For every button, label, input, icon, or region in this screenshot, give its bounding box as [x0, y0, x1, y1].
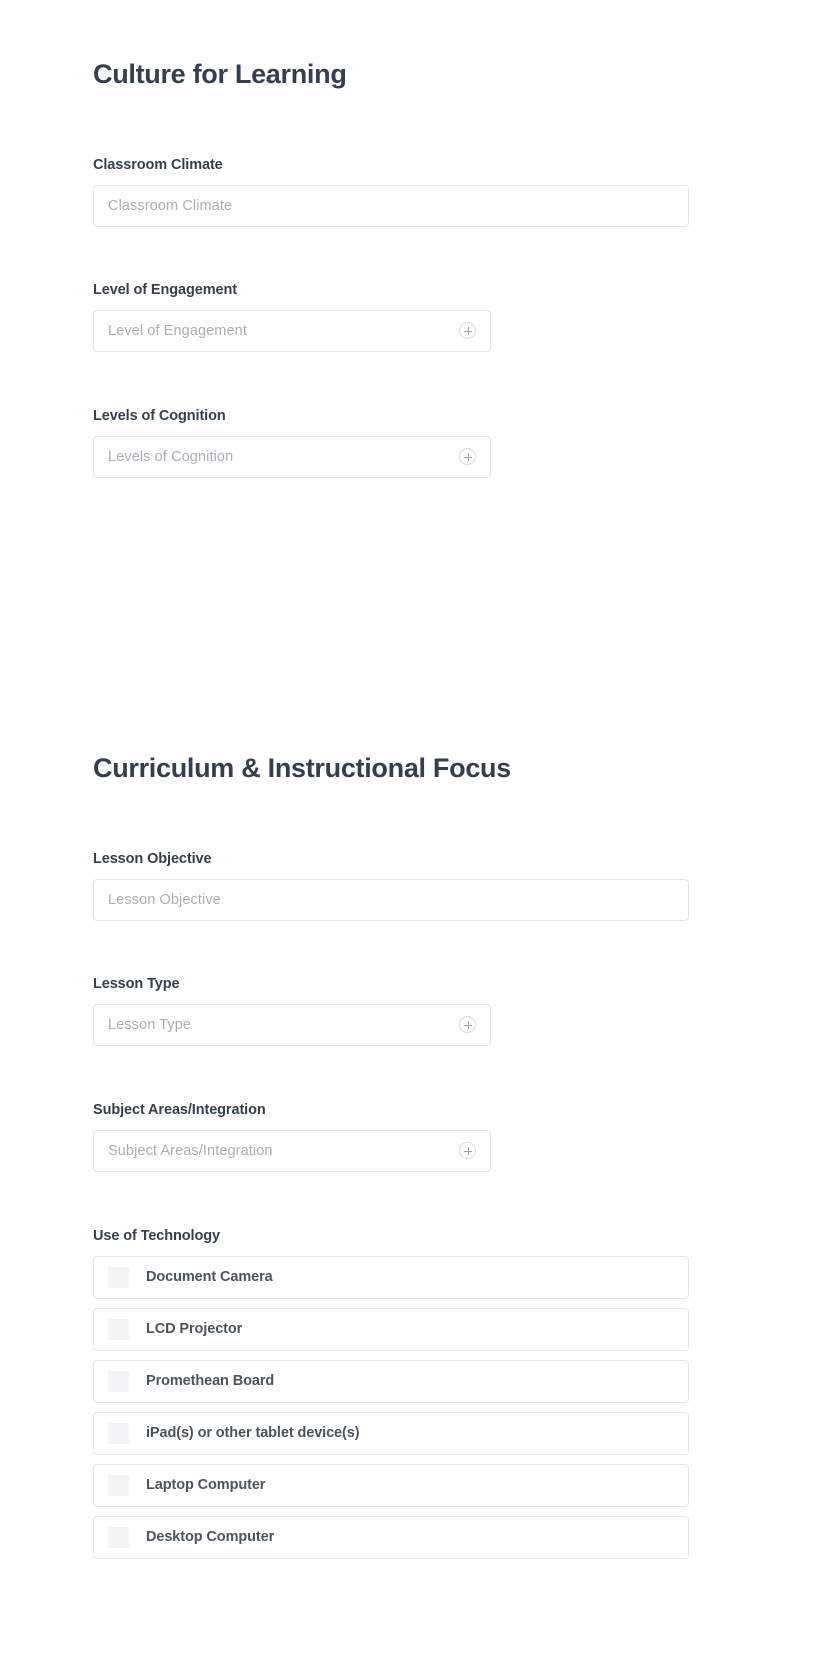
input-placeholder: Lesson Type [108, 1016, 192, 1033]
input-placeholder: Subject Areas/Integration [108, 1142, 273, 1159]
checkbox-row-desktop-computer[interactable]: Desktop Computer [93, 1515, 689, 1559]
section-culture-for-learning: Culture for Learning [93, 61, 840, 88]
plus-circle-icon[interactable] [459, 1142, 476, 1159]
field-label: Lesson Objective [93, 851, 212, 867]
lesson-type-input[interactable]: Lesson Type [93, 1003, 491, 1046]
level-of-engagement-input[interactable]: Level of Engagement [93, 309, 491, 352]
checkbox-icon[interactable] [108, 1318, 129, 1340]
field-lesson-objective: Lesson Objective Lesson Objective [93, 852, 689, 921]
input-placeholder: Levels of Cognition [108, 448, 234, 465]
plus-circle-icon[interactable] [459, 322, 476, 339]
input-placeholder: Lesson Objective [108, 891, 221, 908]
checkbox-label: iPad(s) or other tablet device(s) [146, 1425, 360, 1441]
classroom-climate-input[interactable]: Classroom Climate [93, 184, 689, 227]
field-levels-of-cognition: Levels of Cognition Levels of Cognition [93, 409, 491, 478]
lesson-objective-input[interactable]: Lesson Objective [93, 878, 689, 921]
subject-areas-integration-input[interactable]: Subject Areas/Integration [93, 1129, 491, 1172]
checkbox-label: Document Camera [146, 1269, 273, 1285]
field-label: Levels of Cognition [93, 408, 226, 424]
section-title: Culture for Learning [93, 59, 347, 89]
section-curriculum-instructional-focus: Curriculum & Instructional Focus [93, 755, 840, 782]
checkbox-icon[interactable] [108, 1422, 129, 1444]
checkbox-icon[interactable] [108, 1370, 129, 1392]
checkbox-label: LCD Projector [146, 1321, 243, 1337]
input-placeholder: Level of Engagement [108, 322, 247, 339]
input-placeholder: Classroom Climate [108, 197, 233, 214]
field-lesson-type: Lesson Type Lesson Type [93, 977, 491, 1046]
field-classroom-climate: Classroom Climate Classroom Climate [93, 158, 689, 227]
checkbox-row-laptop-computer[interactable]: Laptop Computer [93, 1463, 689, 1507]
field-level-of-engagement: Level of Engagement Level of Engagement [93, 283, 491, 352]
field-label: Level of Engagement [93, 282, 237, 298]
checkbox-row-ipad-tablet[interactable]: iPad(s) or other tablet device(s) [93, 1411, 689, 1455]
checkbox-row-lcd-projector[interactable]: LCD Projector [93, 1307, 689, 1351]
field-label: Classroom Climate [93, 157, 223, 173]
plus-circle-icon[interactable] [459, 1016, 476, 1033]
checkbox-icon[interactable] [108, 1526, 129, 1548]
plus-circle-icon[interactable] [459, 448, 476, 465]
group-label: Use of Technology [93, 1228, 220, 1244]
levels-of-cognition-input[interactable]: Levels of Cognition [93, 435, 491, 478]
field-label: Lesson Type [93, 976, 180, 992]
checkbox-icon[interactable] [108, 1266, 129, 1288]
checkbox-label: Promethean Board [146, 1373, 275, 1389]
field-subject-areas-integration: Subject Areas/Integration Subject Areas/… [93, 1103, 491, 1172]
checkbox-icon[interactable] [108, 1474, 129, 1496]
section-title: Curriculum & Instructional Focus [93, 753, 511, 783]
checkbox-label: Desktop Computer [146, 1529, 275, 1545]
checkbox-label: Laptop Computer [146, 1477, 266, 1493]
group-use-of-technology: Use of Technology Document Camera LCD Pr… [93, 1229, 689, 1568]
field-label: Subject Areas/Integration [93, 1102, 266, 1118]
checkbox-row-promethean-board[interactable]: Promethean Board [93, 1359, 689, 1403]
checkbox-row-document-camera[interactable]: Document Camera [93, 1255, 689, 1299]
